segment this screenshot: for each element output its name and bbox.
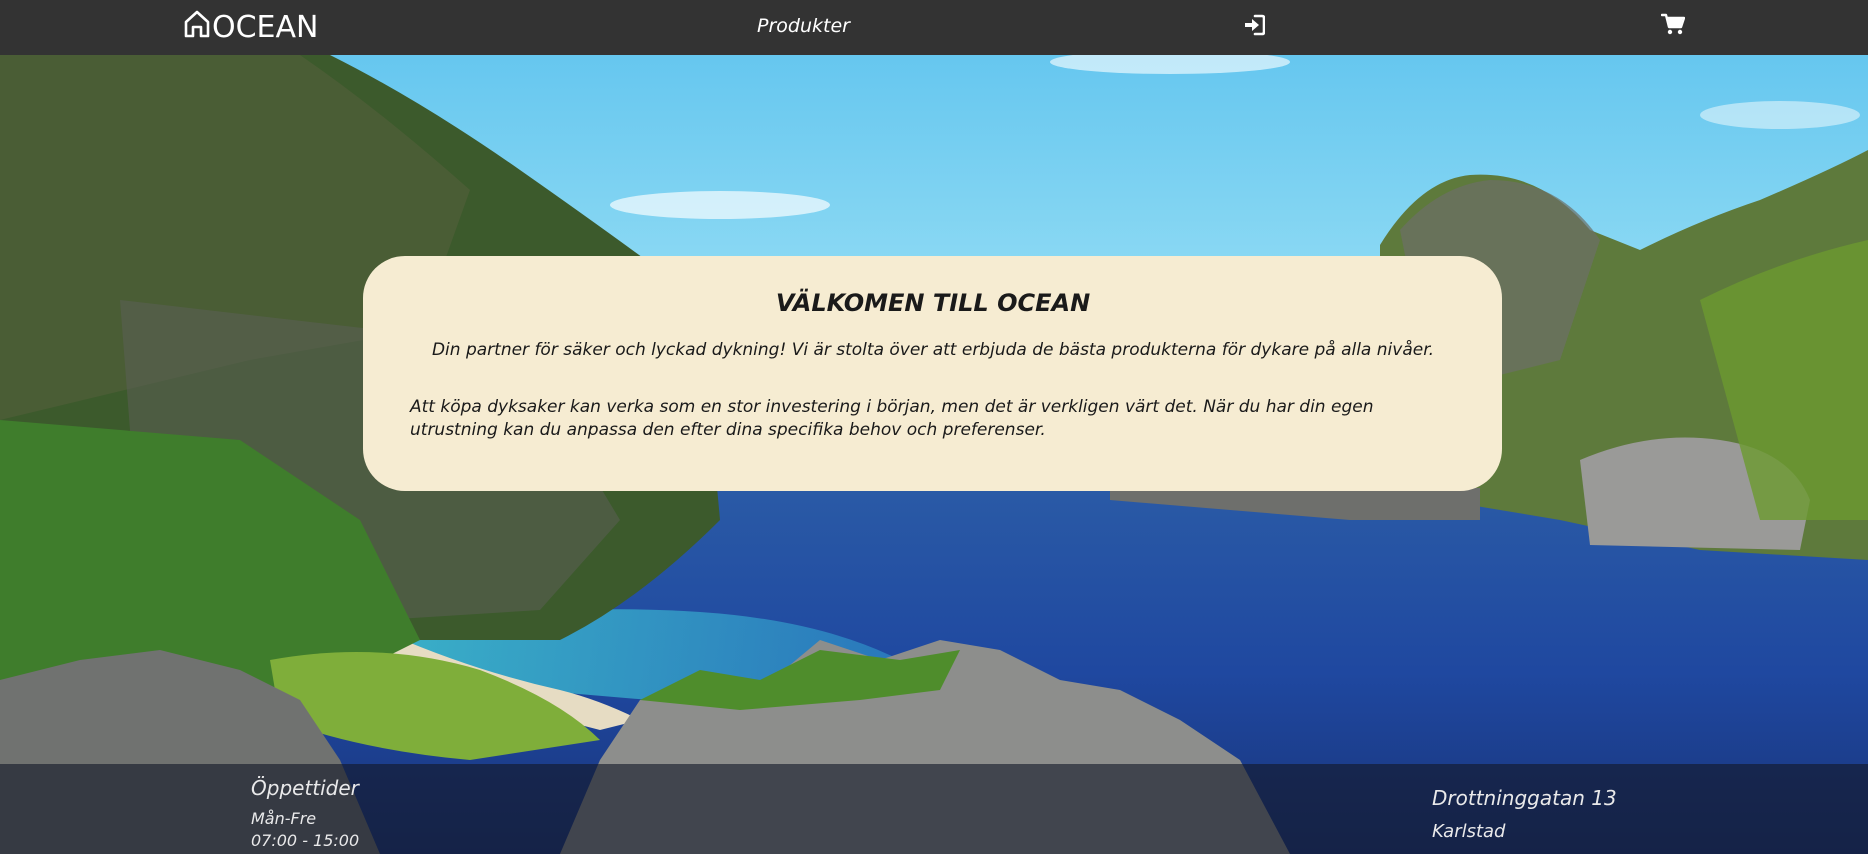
logo-home-link[interactable]: OCEAN bbox=[184, 8, 318, 48]
welcome-card: VÄLKOMEN TILL OCEAN Din partner för säke… bbox=[363, 256, 1502, 491]
cart-icon[interactable] bbox=[1661, 13, 1685, 36]
top-navbar: OCEAN Produkter bbox=[0, 0, 1868, 55]
page: OCEAN Produkter VÄLKOMEN TILL OCEAN Din … bbox=[0, 0, 1868, 854]
home-icon bbox=[184, 10, 210, 38]
welcome-body-text: Att köpa dyksaker kan verka som en stor … bbox=[410, 397, 1374, 440]
address-street: Drottninggatan 13 bbox=[1432, 786, 1617, 810]
welcome-title: VÄLKOMEN TILL OCEAN bbox=[775, 289, 1091, 317]
logo-text: OCEAN bbox=[212, 10, 319, 45]
footer: Öppettider Mån-Fre 07:00 - 15:00 Drottni… bbox=[0, 764, 1868, 854]
welcome-lead-text: Din partner för säker och lyckad dykning… bbox=[431, 340, 1435, 360]
nav-link-products[interactable]: Produkter bbox=[757, 12, 850, 40]
opening-hours-time: 07:00 - 15:00 bbox=[251, 831, 360, 850]
address-city: Karlstad bbox=[1432, 821, 1506, 842]
opening-hours-days: Mån-Fre bbox=[251, 809, 317, 828]
sign-in-icon[interactable] bbox=[1243, 14, 1265, 36]
opening-hours-title: Öppettider bbox=[251, 776, 359, 800]
